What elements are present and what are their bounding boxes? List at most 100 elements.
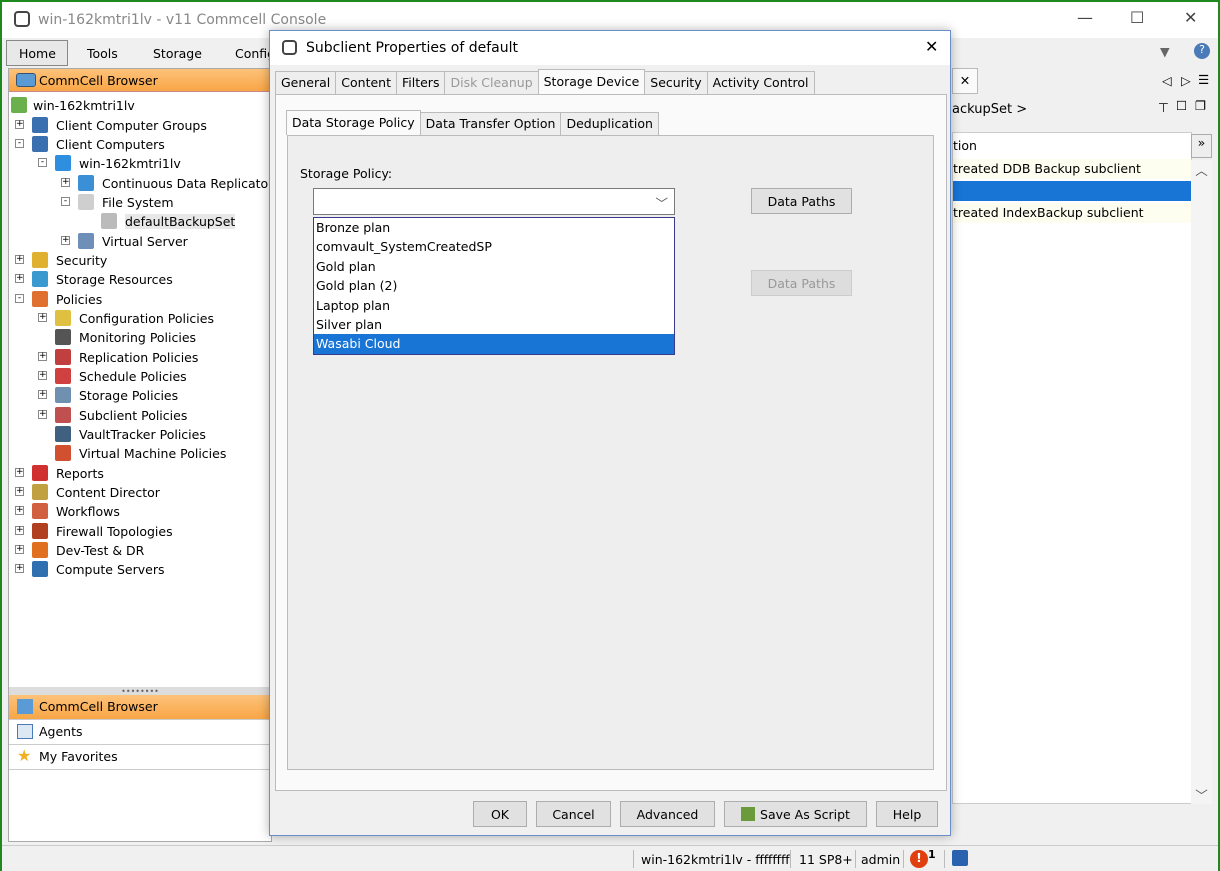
tree-item[interactable]: + Dev-Test & DR: [9, 541, 269, 560]
tab-general[interactable]: General: [275, 71, 337, 94]
tree-item[interactable]: + Schedule Policies: [9, 367, 269, 386]
menu-tools[interactable]: Tools: [87, 46, 118, 61]
tree-item[interactable]: + Firewall Topologies: [9, 522, 269, 541]
tree-item[interactable]: Virtual Machine Policies: [9, 444, 269, 463]
collapse-icon[interactable]: -: [61, 197, 70, 206]
expand-icon[interactable]: +: [61, 178, 70, 187]
expand-icon[interactable]: +: [15, 545, 24, 554]
column-header[interactable]: tion: [953, 138, 977, 153]
expand-icon[interactable]: +: [15, 120, 24, 129]
bottom-panel-favorites[interactable]: ★ My Favorites: [9, 745, 271, 770]
save-as-script-button[interactable]: Save As Script: [724, 801, 867, 827]
expand-icon[interactable]: +: [38, 313, 47, 322]
expand-icon[interactable]: +: [38, 390, 47, 399]
tree-item[interactable]: + Virtual Server: [9, 232, 269, 251]
restore-panel-icon[interactable]: ❐: [1195, 98, 1206, 113]
dropdown-option[interactable]: Gold plan (2): [314, 276, 674, 295]
minimize-button[interactable]: —: [1077, 8, 1093, 27]
tree-item[interactable]: defaultBackupSet: [9, 212, 269, 231]
collapse-icon[interactable]: -: [38, 158, 47, 167]
advanced-button[interactable]: Advanced: [620, 801, 715, 827]
scroll-right-icon[interactable]: ▷: [1181, 73, 1191, 88]
tree-item[interactable]: - Policies: [9, 290, 269, 309]
dropdown-option[interactable]: Laptop plan: [314, 296, 674, 315]
tab-data-storage-policy[interactable]: Data Storage Policy: [286, 110, 421, 135]
dropdown-option[interactable]: Wasabi Cloud: [314, 334, 674, 354]
dialog-title-bar: Subclient Properties of default ✕: [270, 31, 950, 65]
menu-storage[interactable]: Storage: [153, 46, 202, 61]
expand-icon[interactable]: +: [15, 526, 24, 535]
dropdown-option[interactable]: Bronze plan: [314, 218, 674, 237]
ribbon-collapse-icon[interactable]: ▼: [1160, 44, 1170, 59]
tree-item[interactable]: + Storage Policies: [9, 386, 269, 405]
dropdown-option[interactable]: Gold plan: [314, 257, 674, 276]
tab-content[interactable]: Content: [335, 71, 397, 94]
storage-policy-select[interactable]: ﹀: [313, 188, 675, 215]
expand-icon[interactable]: +: [38, 410, 47, 419]
expand-icon[interactable]: +: [15, 506, 24, 515]
tree-item[interactable]: + Storage Resources: [9, 270, 269, 289]
close-button[interactable]: ✕: [1184, 8, 1197, 27]
tree-item[interactable]: + Subclient Policies: [9, 406, 269, 425]
panel-splitter[interactable]: ••••••••: [9, 687, 271, 696]
tab-security[interactable]: Security: [644, 71, 708, 94]
tree-item[interactable]: + Compute Servers: [9, 560, 269, 579]
tree-item[interactable]: win-162kmtri1lv: [9, 96, 269, 115]
bottom-panel-commcell-browser[interactable]: CommCell Browser: [9, 695, 271, 720]
tree-item[interactable]: + Content Director: [9, 483, 269, 502]
tree-item[interactable]: - Client Computers: [9, 135, 269, 154]
expand-icon[interactable]: +: [15, 487, 24, 496]
expand-icon[interactable]: +: [38, 371, 47, 380]
pin-icon[interactable]: ⊤: [1158, 100, 1169, 115]
scroll-left-icon[interactable]: ◁: [1162, 73, 1172, 88]
tab-storage-device[interactable]: Storage Device: [537, 69, 646, 94]
tree-item[interactable]: + Workflows: [9, 502, 269, 521]
tree-item[interactable]: - win-162kmtri1lv: [9, 154, 269, 173]
tree-item[interactable]: Monitoring Policies: [9, 328, 269, 347]
expand-icon[interactable]: +: [61, 236, 70, 245]
expand-icon[interactable]: +: [15, 468, 24, 477]
tree-node-icon: [55, 387, 71, 403]
dialog-close-button[interactable]: ✕: [925, 37, 938, 56]
save-icon[interactable]: [952, 850, 968, 866]
tab-filters[interactable]: Filters: [395, 71, 446, 94]
maximize-panel-icon[interactable]: ☐: [1176, 98, 1187, 113]
expand-icon[interactable]: +: [38, 352, 47, 361]
tree-item-label: Client Computers: [56, 137, 165, 152]
tab-list-icon[interactable]: ☰: [1198, 72, 1209, 87]
ok-button[interactable]: OK: [473, 801, 527, 827]
table-row[interactable]: treated DDB Backup subclient: [953, 159, 1191, 179]
dropdown-option[interactable]: comvault_SystemCreatedSP: [314, 237, 674, 256]
tree-item[interactable]: + Configuration Policies: [9, 309, 269, 328]
vertical-scrollbar[interactable]: ︿ ﹀: [1191, 160, 1212, 804]
content-tab[interactable]: ✕: [952, 68, 978, 94]
alert-icon[interactable]: !: [910, 850, 928, 868]
tree-item[interactable]: + Continuous Data Replicator: [9, 174, 273, 193]
column-chooser-button[interactable]: »: [1191, 134, 1212, 158]
tree-item[interactable]: + Security: [9, 251, 269, 270]
maximize-button[interactable]: ☐: [1130, 8, 1144, 27]
tree-item[interactable]: - File System: [9, 193, 269, 212]
tree-item[interactable]: + Client Computer Groups: [9, 116, 269, 135]
tree-item[interactable]: VaultTracker Policies: [9, 425, 269, 444]
table-row[interactable]: treated IndexBackup subclient: [953, 203, 1191, 223]
tree-node-icon: [32, 503, 48, 519]
tree-item[interactable]: + Reports: [9, 464, 269, 483]
collapse-icon[interactable]: -: [15, 294, 24, 303]
bottom-panel-agents[interactable]: Agents: [9, 720, 271, 745]
tab-activity-control[interactable]: Activity Control: [706, 71, 815, 94]
collapse-icon[interactable]: -: [15, 139, 24, 148]
tab-data-transfer-option[interactable]: Data Transfer Option: [419, 112, 562, 135]
tab-deduplication[interactable]: Deduplication: [560, 112, 659, 135]
dropdown-option[interactable]: Silver plan: [314, 315, 674, 334]
cancel-button[interactable]: Cancel: [536, 801, 611, 827]
tree-item[interactable]: + Replication Policies: [9, 348, 269, 367]
data-paths-button[interactable]: Data Paths: [751, 188, 852, 214]
expand-icon[interactable]: +: [15, 274, 24, 283]
table-row[interactable]: [953, 181, 1191, 201]
expand-icon[interactable]: +: [15, 255, 24, 264]
help-button[interactable]: Help: [876, 801, 938, 827]
expand-icon[interactable]: +: [15, 564, 24, 573]
help-icon[interactable]: ?: [1194, 43, 1210, 59]
menu-home[interactable]: Home: [6, 40, 68, 66]
